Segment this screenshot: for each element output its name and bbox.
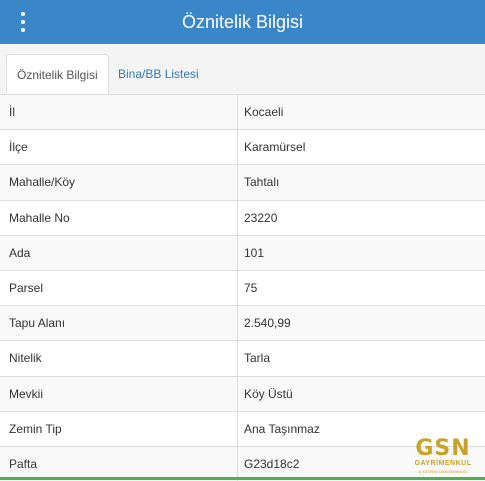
table-row: Mahalle No 23220 xyxy=(0,199,485,235)
row-value: 23220 xyxy=(244,210,278,225)
row-label: Mahalle No xyxy=(0,200,238,235)
row-label: Parsel xyxy=(0,270,238,306)
app-header: Öznitelik Bilgisi xyxy=(0,0,485,44)
table-row: Tapu Alanı 2.540,99 xyxy=(0,305,485,341)
row-label: Ada xyxy=(0,235,238,270)
row-value: Köy Üstü xyxy=(244,386,293,401)
table-row: Parsel 75 xyxy=(0,269,485,306)
row-label: Pafta xyxy=(0,446,238,481)
attribute-table: İl Kocaeli İlçe Karamürsel Mahalle/Köy T… xyxy=(0,94,485,481)
row-value: G23d18c2 xyxy=(244,456,300,471)
row-label: Mevkii xyxy=(0,376,238,411)
row-value: 2.540,99 xyxy=(244,316,291,331)
table-row: Mevkii Köy Üstü xyxy=(0,375,485,411)
gsn-logo: GSN GAYRİMENKUL & YATIRIM DANIŞMANLIĞI xyxy=(409,437,477,477)
row-label: Tapu Alanı xyxy=(0,306,238,341)
row-label: İl xyxy=(0,95,238,130)
row-value: Karamürsel xyxy=(244,140,306,155)
page-title: Öznitelik Bilgisi xyxy=(181,12,304,32)
tab-bina-bb-listesi[interactable]: Bina/BB Listesi xyxy=(108,54,209,95)
row-label: Zemin Tip xyxy=(0,411,238,446)
tab-oznitelik-bilgisi[interactable]: Öznitelik Bilgisi xyxy=(6,54,109,95)
row-value: 101 xyxy=(244,245,265,260)
logo-tagline: & YATIRIM DANIŞMANLIĞI xyxy=(418,469,468,474)
row-label: Mahalle/Köy xyxy=(0,165,238,200)
row-value: Tahtalı xyxy=(244,175,280,190)
tab-bar: Öznitelik Bilgisi Bina/BB Listesi xyxy=(0,44,485,95)
row-value: Kocaeli xyxy=(244,105,284,119)
row-value: 75 xyxy=(244,280,258,295)
table-row: Nitelik Tarla xyxy=(0,340,485,376)
row-label: İlçe xyxy=(0,130,238,165)
table-row: Ada 101 xyxy=(0,234,485,270)
logo-subtitle: GAYRİMENKUL xyxy=(414,460,472,467)
table-row: İl Kocaeli xyxy=(0,94,485,130)
logo-wordmark: GSN xyxy=(415,436,471,461)
table-row: İlçe Karamürsel xyxy=(0,129,485,165)
table-row: Mahalle/Köy Tahtalı xyxy=(0,164,485,200)
row-value: Tarla xyxy=(244,351,271,366)
row-value: Ana Taşınmaz xyxy=(244,421,320,436)
row-label: Nitelik xyxy=(0,341,238,376)
